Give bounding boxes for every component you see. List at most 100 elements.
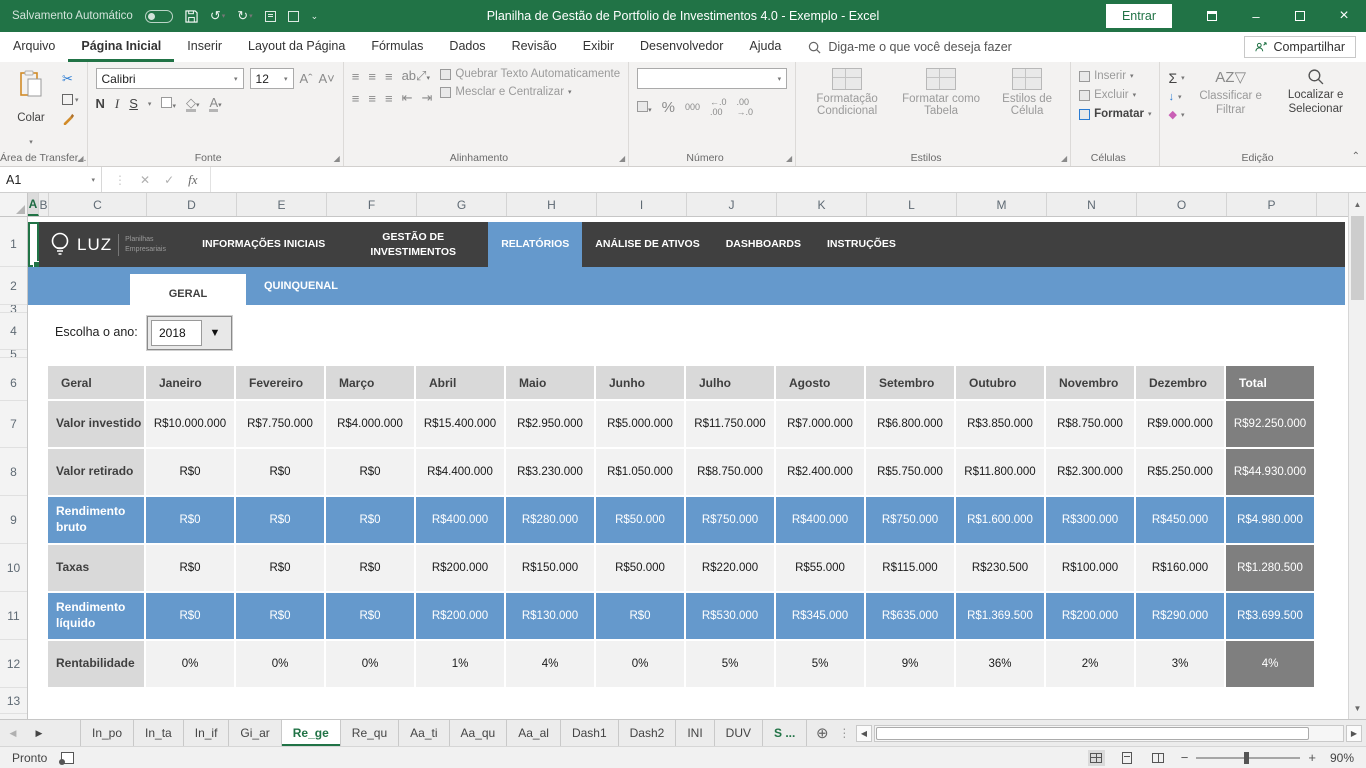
sheet-tab-re-qu[interactable]: Re_qu bbox=[341, 720, 399, 746]
fill-icon[interactable]: ↓▾ bbox=[1168, 91, 1184, 103]
cell-valor-retirado-setembro[interactable]: R$5.750.000 bbox=[866, 449, 954, 495]
menu-tab-arquivo[interactable]: Arquivo bbox=[0, 32, 68, 62]
conditional-formatting-button[interactable]: Formatação Condicional bbox=[804, 68, 890, 148]
subtab-quinquenal[interactable]: QUINQUENAL bbox=[246, 267, 356, 305]
zoom-slider[interactable] bbox=[1196, 757, 1300, 759]
table-header-total[interactable]: Total bbox=[1226, 366, 1314, 399]
column-header-m[interactable]: M bbox=[957, 193, 1047, 216]
menu-tab-inserir[interactable]: Inserir bbox=[174, 32, 235, 62]
cell-taxas-janeiro[interactable]: R$0 bbox=[146, 545, 234, 591]
column-header-c[interactable]: C bbox=[49, 193, 147, 216]
sort-filter-button[interactable]: A﻿Z▽ Classificar e Filtrar bbox=[1193, 68, 1269, 148]
borders-icon[interactable]: ▾ bbox=[161, 96, 176, 111]
column-header-a[interactable]: A bbox=[28, 193, 39, 216]
cell-rentabilidade-setembro[interactable]: 9% bbox=[866, 641, 954, 687]
collapse-ribbon-icon[interactable]: ⌃ bbox=[1352, 151, 1360, 162]
sheet-tab-dash1[interactable]: Dash1 bbox=[561, 720, 619, 746]
align-right-icon[interactable]: ≡ bbox=[385, 91, 393, 106]
select-all-corner[interactable] bbox=[0, 193, 28, 216]
cell-rentabilidade-maio[interactable]: 4% bbox=[506, 641, 594, 687]
sheet-tab-aa-al[interactable]: Aa_al bbox=[507, 720, 561, 746]
cell-rendimento-liquido-dezembro[interactable]: R$290.000 bbox=[1136, 593, 1224, 639]
align-left-icon[interactable]: ≡ bbox=[352, 91, 360, 106]
cell-valor-investido-marco[interactable]: R$4.000.000 bbox=[326, 401, 414, 447]
table-header-abril[interactable]: Abril bbox=[416, 366, 504, 399]
column-header-f[interactable]: F bbox=[327, 193, 417, 216]
scroll-down-icon[interactable]: ▼ bbox=[1349, 697, 1366, 719]
scroll-up-icon[interactable]: ▲ bbox=[1349, 193, 1366, 215]
row-label-taxas[interactable]: Taxas bbox=[48, 545, 144, 591]
cell-rentabilidade-agosto[interactable]: 5% bbox=[776, 641, 864, 687]
normal-view-icon[interactable] bbox=[1088, 750, 1105, 766]
page-break-view-icon[interactable] bbox=[1150, 750, 1167, 766]
nav-item-informacoes-iniciais[interactable]: INFORMAÇÕES INICIAIS bbox=[189, 222, 338, 267]
percent-style-icon[interactable]: % bbox=[662, 99, 675, 116]
cell-rendimento-bruto-julho[interactable]: R$750.000 bbox=[686, 497, 774, 543]
sign-in-button[interactable]: Entrar bbox=[1106, 4, 1172, 28]
cell-rentabilidade-outubro[interactable]: 36% bbox=[956, 641, 1044, 687]
column-header-o[interactable]: O bbox=[1137, 193, 1227, 216]
cell-taxas-marco[interactable]: R$0 bbox=[326, 545, 414, 591]
cell-rendimento-bruto-novembro[interactable]: R$300.000 bbox=[1046, 497, 1134, 543]
cell-valor-retirado-julho[interactable]: R$8.750.000 bbox=[686, 449, 774, 495]
selected-cell-a1[interactable] bbox=[28, 222, 39, 267]
font-name-select[interactable]: Calibri▾ bbox=[96, 68, 244, 89]
row-header-1[interactable]: 1 bbox=[0, 222, 27, 267]
menu-tab-pagina-inicial[interactable]: Página Inicial bbox=[68, 32, 174, 62]
row-header-11[interactable]: 11 bbox=[0, 592, 27, 640]
table-header-novembro[interactable]: Novembro bbox=[1046, 366, 1134, 399]
zoom-level[interactable]: 90% bbox=[1330, 751, 1354, 765]
clipboard-dialog-launcher[interactable]: ◢ bbox=[77, 154, 83, 163]
nav-item-relatorios[interactable]: RELATÓRIOS bbox=[488, 222, 582, 267]
cell-taxas-setembro[interactable]: R$115.000 bbox=[866, 545, 954, 591]
vertical-scroll-thumb[interactable] bbox=[1351, 216, 1364, 300]
increase-indent-icon[interactable]: ⇥ bbox=[421, 90, 432, 106]
row-header-7[interactable]: 7 bbox=[0, 401, 27, 448]
format-as-table-button[interactable]: Formatar como Tabela bbox=[898, 68, 984, 148]
cell-rendimento-liquido-agosto[interactable]: R$345.000 bbox=[776, 593, 864, 639]
subtab-geral[interactable]: GERAL bbox=[130, 274, 246, 315]
table-header-dezembro[interactable]: Dezembro bbox=[1136, 366, 1224, 399]
cell-rendimento-liquido-janeiro[interactable]: R$0 bbox=[146, 593, 234, 639]
table-header-janeiro[interactable]: Janeiro bbox=[146, 366, 234, 399]
cell-valor-retirado-outubro[interactable]: R$11.800.000 bbox=[956, 449, 1044, 495]
cell-taxas-outubro[interactable]: R$230.500 bbox=[956, 545, 1044, 591]
row-header-10[interactable]: 10 bbox=[0, 544, 27, 592]
cell-taxas-abril[interactable]: R$200.000 bbox=[416, 545, 504, 591]
align-top-icon[interactable]: ≡ bbox=[352, 69, 360, 84]
cell-valor-retirado-marco[interactable]: R$0 bbox=[326, 449, 414, 495]
cell-taxas-dezembro[interactable]: R$160.000 bbox=[1136, 545, 1224, 591]
sheet-tab-re-ge[interactable]: Re_ge bbox=[282, 720, 341, 746]
minimize-button[interactable]: – bbox=[1234, 0, 1278, 32]
column-header-j[interactable]: J bbox=[687, 193, 777, 216]
touch-mode-icon[interactable] bbox=[265, 11, 276, 22]
cell-rentabilidade-marco[interactable]: 0% bbox=[326, 641, 414, 687]
row-header-2[interactable]: 2 bbox=[0, 267, 27, 305]
paste-button[interactable]: Colar ▾ bbox=[8, 68, 54, 148]
cell-rendimento-bruto-maio[interactable]: R$280.000 bbox=[506, 497, 594, 543]
column-header-n[interactable]: N bbox=[1047, 193, 1137, 216]
menu-tab-revisao[interactable]: Revisão bbox=[499, 32, 570, 62]
increase-decimal-icon[interactable]: ←.0.00 bbox=[710, 97, 727, 117]
format-cells-button[interactable]: Formatar▾ bbox=[1079, 108, 1151, 120]
cell-rendimento-bruto-marco[interactable]: R$0 bbox=[326, 497, 414, 543]
table-header-geral[interactable]: Geral bbox=[48, 366, 144, 399]
column-header-d[interactable]: D bbox=[147, 193, 237, 216]
font-size-select[interactable]: 12▾ bbox=[250, 68, 294, 89]
cell-rendimento-liquido-fevereiro[interactable]: R$0 bbox=[236, 593, 324, 639]
row-header-3[interactable]: 3 bbox=[0, 305, 27, 313]
cell-taxas-maio[interactable]: R$150.000 bbox=[506, 545, 594, 591]
cell-valor-retirado-novembro[interactable]: R$2.300.000 bbox=[1046, 449, 1134, 495]
sheet-tab-in-po[interactable]: In_po bbox=[80, 720, 134, 746]
cell-taxas-novembro[interactable]: R$100.000 bbox=[1046, 545, 1134, 591]
save-icon[interactable] bbox=[185, 10, 198, 23]
row-header-6[interactable]: 6 bbox=[0, 366, 27, 401]
table-header-agosto[interactable]: Agosto bbox=[776, 366, 864, 399]
page-layout-view-icon[interactable] bbox=[1119, 750, 1136, 766]
column-header-h[interactable]: H bbox=[507, 193, 597, 216]
next-sheet-icon[interactable]: ▶ bbox=[26, 720, 52, 746]
cell-rendimento-bruto-abril[interactable]: R$400.000 bbox=[416, 497, 504, 543]
cell-valor-retirado-janeiro[interactable]: R$0 bbox=[146, 449, 234, 495]
column-header-k[interactable]: K bbox=[777, 193, 867, 216]
menu-tab-layout-da-pagina[interactable]: Layout da Página bbox=[235, 32, 358, 62]
